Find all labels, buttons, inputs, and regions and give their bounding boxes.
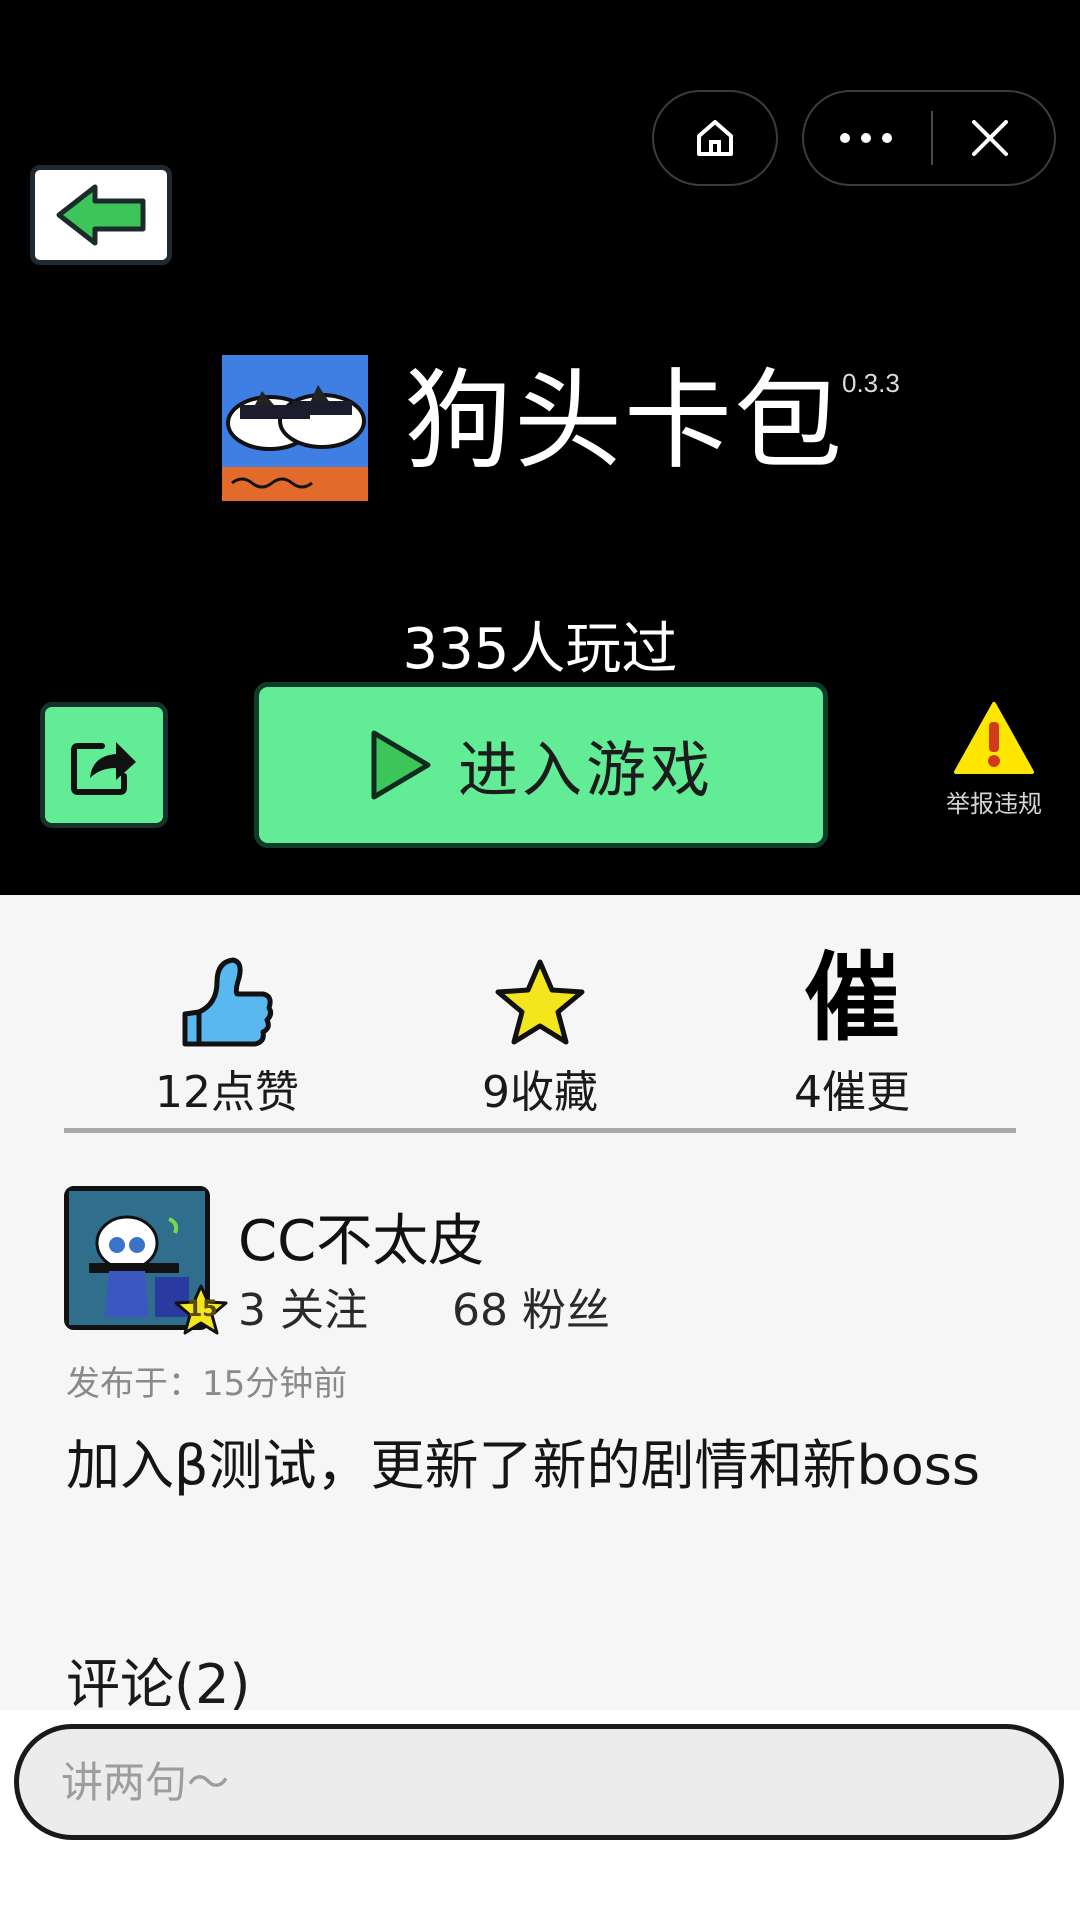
home-button[interactable] (652, 90, 778, 186)
stats-row: 12点赞 9收藏 催 4催更 (0, 940, 1080, 1118)
urge-stat[interactable]: 催 4催更 (732, 940, 972, 1120)
game-header: 狗头卡包 0.3.3 335人玩过 进入游戏 举报违规 (0, 0, 1080, 895)
play-count: 335人玩过 (402, 617, 678, 682)
star-icon (495, 959, 585, 1045)
enter-game-button[interactable]: 进入游戏 (254, 682, 828, 848)
author-avatar[interactable]: 15 (64, 1186, 228, 1335)
share-button[interactable] (40, 702, 168, 828)
warning-icon (954, 702, 1034, 774)
author-follow-stats: 3 关注 68 粉丝 (238, 1274, 628, 1338)
like-count: 12点赞 (155, 1067, 299, 1118)
close-icon[interactable] (970, 118, 1010, 158)
game-title: 狗头卡包 (404, 359, 845, 484)
back-arrow-icon (56, 184, 146, 246)
like-stat[interactable]: 12点赞 (107, 940, 347, 1120)
section-divider (64, 1128, 1016, 1133)
back-button[interactable] (30, 165, 172, 265)
favorite-stat[interactable]: 9收藏 (420, 940, 660, 1120)
mini-program-capsule (802, 90, 1056, 186)
comments-title: 评论(2) (66, 1653, 251, 1716)
following-count[interactable]: 3 关注 (238, 1285, 368, 1336)
game-cover-image (222, 355, 368, 501)
urge-icon: 催 (804, 942, 900, 1054)
play-icon (371, 730, 431, 800)
report-label: 举报违规 (946, 790, 1042, 818)
favorite-count: 9收藏 (482, 1067, 598, 1118)
game-version: 0.3.3 (842, 368, 900, 398)
enter-game-label: 进入游戏 (458, 735, 714, 806)
comment-input[interactable] (59, 1756, 963, 1808)
comment-input-bar[interactable] (14, 1724, 1064, 1840)
author-name[interactable]: CC不太皮 (238, 1196, 484, 1277)
publish-time: 发布于：15分钟前 (66, 1364, 348, 1404)
followers-count[interactable]: 68 粉丝 (452, 1285, 610, 1336)
home-icon (697, 120, 733, 156)
share-icon (71, 742, 136, 795)
thumbs-up-icon (182, 957, 274, 1047)
more-dots-icon[interactable] (838, 131, 894, 145)
update-description: 加入β测试，更新了新的剧情和新boss (66, 1434, 981, 1497)
level-badge: 15 (187, 1297, 218, 1322)
capsule-divider (931, 111, 933, 165)
report-button[interactable]: 举报违规 (930, 700, 1058, 819)
urge-count: 4催更 (794, 1067, 910, 1118)
